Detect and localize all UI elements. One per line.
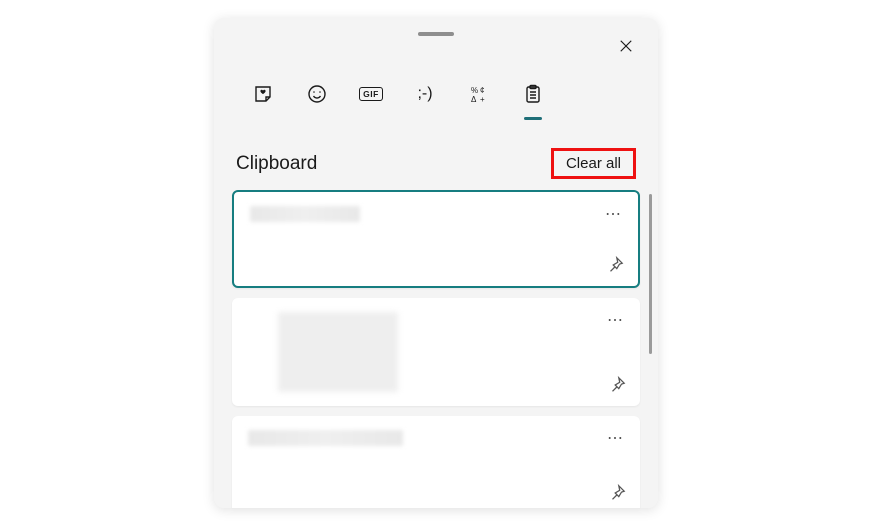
gif-icon: GIF — [359, 87, 383, 101]
tab-recent[interactable] — [250, 76, 276, 112]
clipboard-item[interactable]: ⋯ — [232, 298, 640, 406]
drag-handle[interactable] — [418, 32, 454, 36]
clipboard-text-preview — [250, 206, 360, 222]
emoji-icon — [307, 84, 327, 104]
kaomoji-icon: ;-) — [417, 85, 432, 103]
symbols-icon: % ¢ Δ + — [469, 84, 489, 104]
close-button[interactable] — [612, 32, 640, 60]
svg-text:¢: ¢ — [480, 86, 484, 95]
svg-text:%: % — [471, 86, 478, 95]
clipboard-item[interactable]: ⋯ — [232, 190, 640, 288]
section-header: Clipboard Clear all — [214, 112, 658, 193]
clipboard-items-list: ⋯ ⋯ ⋯ — [214, 190, 658, 508]
section-title: Clipboard — [236, 153, 317, 175]
clear-all-button[interactable]: Clear all — [551, 148, 636, 179]
more-options-button[interactable]: ⋯ — [607, 428, 624, 448]
tab-kaomoji[interactable]: ;-) — [412, 76, 438, 112]
pin-button[interactable] — [608, 376, 626, 394]
emoji-clipboard-panel: GIF ;-) % ¢ Δ + Clipboard Clear all — [214, 18, 658, 508]
close-icon — [619, 39, 633, 53]
pin-button[interactable] — [608, 484, 626, 502]
clipboard-text-preview — [248, 430, 403, 446]
pin-button[interactable] — [606, 256, 624, 274]
more-options-button[interactable]: ⋯ — [607, 310, 624, 330]
scrollbar[interactable] — [649, 194, 652, 354]
clipboard-image-preview — [278, 312, 398, 392]
tab-clipboard[interactable] — [520, 76, 546, 112]
tab-gif[interactable]: GIF — [358, 76, 384, 112]
tab-symbols[interactable]: % ¢ Δ + — [466, 76, 492, 112]
tab-emoji[interactable] — [304, 76, 330, 112]
svg-text:+: + — [480, 95, 485, 104]
more-options-button[interactable]: ⋯ — [605, 204, 622, 224]
sticker-heart-icon — [253, 84, 273, 104]
svg-text:Δ: Δ — [471, 95, 477, 104]
clipboard-item[interactable]: ⋯ — [232, 416, 640, 508]
clipboard-icon — [523, 84, 543, 104]
